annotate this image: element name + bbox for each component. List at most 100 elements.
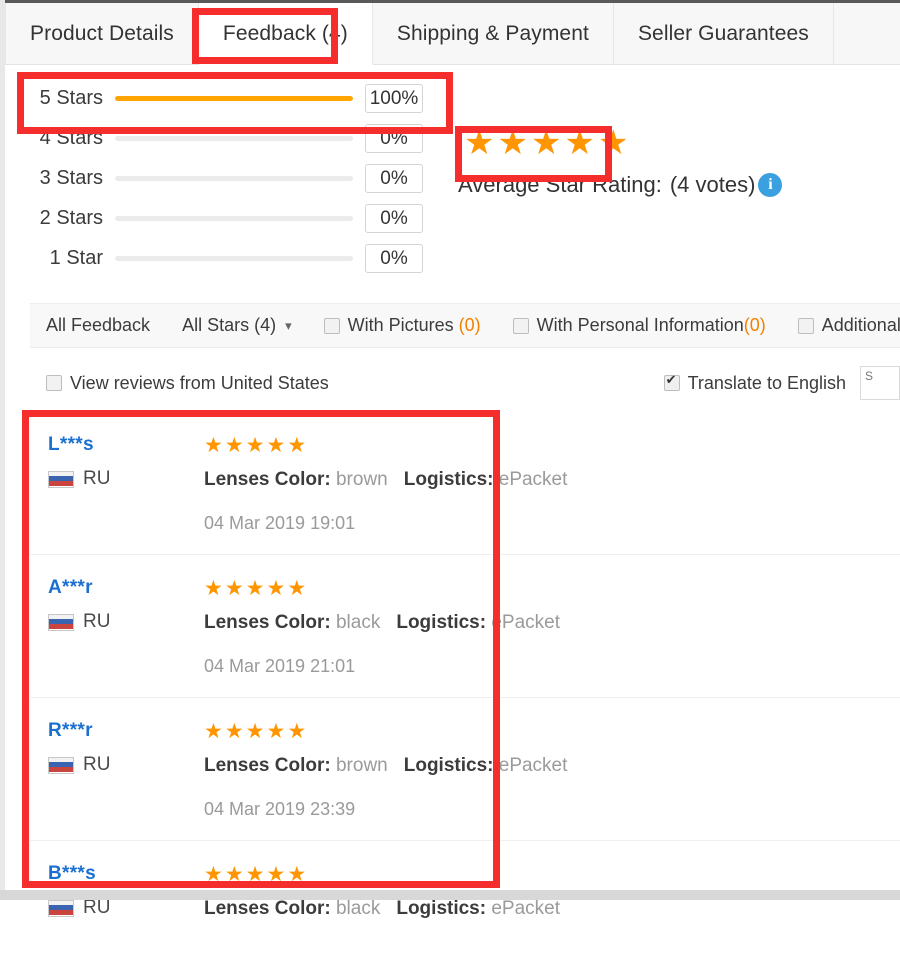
filter-with-pictures[interactable]: With Pictures (0) xyxy=(308,313,497,339)
review-body: ★ ★ ★ ★ ★ Lenses Color: black Logistics: ePack… xyxy=(198,577,900,677)
with-personal-information-count: (0) xyxy=(743,315,766,335)
translate-to-english[interactable]: Translate to English xyxy=(663,372,846,394)
filter-all-stars-dropdown[interactable]: All Stars (4) ▾ xyxy=(166,313,308,339)
star-icon: ★ xyxy=(266,576,286,600)
sort-dropdown[interactable]: S xyxy=(860,366,900,400)
sort-dropdown-label: S xyxy=(865,369,874,383)
star-icon: ★ xyxy=(204,576,223,600)
rating-row-percent: 0% xyxy=(365,163,423,193)
filter-additional-feedback[interactable]: Additional Feedback (0) xyxy=(782,313,900,339)
review-attr-value: black xyxy=(335,898,381,919)
review-item: L***s RU ★ ★ ★ ★ ★ Lenses Color: brown Logistics… xyxy=(30,412,900,555)
star-icon: ★ xyxy=(266,719,286,743)
review-country-code: RU xyxy=(83,611,111,632)
translate-row: View reviews from United States Translat… xyxy=(30,362,900,404)
tab-label: Seller Guarantees xyxy=(637,21,809,45)
review-country-code: RU xyxy=(83,754,111,775)
rating-row-label: 4 Stars xyxy=(39,126,103,149)
review-username[interactable]: B***s xyxy=(48,863,198,885)
with-pictures-checkbox[interactable] xyxy=(323,317,340,334)
star-icon: ★ xyxy=(245,719,265,743)
rating-row[interactable]: 4 Stars 0% xyxy=(5,118,455,158)
tab-label: Feedback (4) xyxy=(222,21,348,45)
review-username[interactable]: A***r xyxy=(48,577,198,599)
review-date: 04 Mar 2019 21:01 xyxy=(204,656,356,676)
tab-label: Shipping & Payment xyxy=(396,21,589,45)
star-icon: ★ xyxy=(287,576,307,600)
star-icon: ★ xyxy=(224,719,244,743)
filter-with-personal-information[interactable]: With Personal Information (0) xyxy=(497,313,782,339)
rating-row-label: 2 Stars xyxy=(39,206,103,229)
russia-flag-icon xyxy=(48,470,74,488)
review-stars: ★ ★ ★ ★ ★ xyxy=(204,720,900,742)
review-attr-label: Logistics: xyxy=(403,469,494,490)
view-reviews-checkbox[interactable] xyxy=(46,375,62,391)
translate-controls: Translate to English S xyxy=(663,366,900,400)
filter-all-feedback[interactable]: All Feedback xyxy=(30,313,166,339)
star-icon: ★ xyxy=(464,124,495,162)
info-icon[interactable]: i xyxy=(758,173,783,197)
rating-row-label: 1 Star xyxy=(49,246,103,269)
review-username[interactable]: L***s xyxy=(48,434,198,456)
average-rating-block: ★ ★ ★ ★ ★ Average Star Rating: (4 votes) i xyxy=(458,126,878,198)
review-stars: ★ ★ ★ ★ ★ xyxy=(204,434,900,456)
star-icon: ★ xyxy=(204,433,223,457)
rating-row[interactable]: 5 Stars 100% xyxy=(5,78,455,118)
rating-row-bar-fill xyxy=(115,95,353,101)
translate-label: Translate to English xyxy=(687,372,846,393)
star-icon: ★ xyxy=(204,862,223,886)
review-country: RU xyxy=(48,468,198,490)
additional-feedback-checkbox[interactable] xyxy=(797,317,814,334)
star-icon: ★ xyxy=(266,862,286,886)
average-votes: (4 votes) xyxy=(669,172,756,197)
star-icon: ★ xyxy=(497,124,528,162)
feedback-filter-bar: All Feedback All Stars (4) ▾ With Pictur… xyxy=(30,303,900,348)
tab-seller-guarantees[interactable]: Seller Guarantees xyxy=(614,3,834,64)
rating-row[interactable]: 1 Star 0% xyxy=(5,238,455,278)
russia-flag-icon xyxy=(48,899,74,917)
review-attr-label: Lenses Color: xyxy=(204,898,331,919)
star-icon: ★ xyxy=(224,862,244,886)
rating-row[interactable]: 3 Stars 0% xyxy=(5,158,455,198)
star-icon: ★ xyxy=(287,719,307,743)
rating-row-label: 5 Stars xyxy=(39,86,103,109)
additional-feedback-label: Additional Feedback xyxy=(821,315,900,335)
review-item: A***r RU ★ ★ ★ ★ ★ Lenses Color: black Logistics… xyxy=(30,555,900,698)
with-personal-information-label: With Personal Information xyxy=(536,315,744,335)
with-personal-information-checkbox[interactable] xyxy=(512,317,529,334)
review-item: R***r RU ★ ★ ★ ★ ★ Lenses Color: brown Logistics… xyxy=(30,698,900,841)
tab-shipping-payment[interactable]: Shipping & Payment xyxy=(373,3,614,64)
filter-all-stars-label: All Stars (4) xyxy=(182,315,277,335)
review-attr-label: Lenses Color: xyxy=(204,755,331,776)
review-item: B***s RU ★ ★ ★ ★ ★ Lenses Color: black Logistics… xyxy=(30,841,900,975)
with-pictures-count: (0) xyxy=(458,315,481,335)
product-tabbar: Product Details Feedback (4) Shipping & Pa… xyxy=(5,3,900,65)
review-country: RU xyxy=(48,754,198,776)
star-icon: ★ xyxy=(597,124,629,162)
average-stars: ★ ★ ★ ★ ★ xyxy=(458,126,878,160)
view-reviews-from-country[interactable]: View reviews from United States xyxy=(30,373,329,394)
star-icon: ★ xyxy=(245,576,265,600)
review-date: 04 Mar 2019 23:39 xyxy=(204,799,356,819)
review-username[interactable]: R***r xyxy=(48,720,198,742)
review-country: RU xyxy=(48,897,198,919)
rating-row-percent: 0% xyxy=(365,243,423,273)
star-icon: ★ xyxy=(245,862,265,886)
rating-row-bar-track xyxy=(115,215,353,221)
star-icon: ★ xyxy=(530,124,562,162)
review-stars: ★ ★ ★ ★ ★ xyxy=(204,863,900,885)
review-attr-label: Lenses Color: xyxy=(204,612,331,633)
review-attr-value: ePacket xyxy=(491,612,561,633)
review-attr-value: ePacket xyxy=(491,898,561,919)
rating-row[interactable]: 2 Stars 0% xyxy=(5,198,455,238)
tab-feedback-4[interactable]: Feedback (4) xyxy=(198,3,373,65)
russia-flag-icon xyxy=(48,613,74,631)
review-user: L***s RU xyxy=(48,434,198,534)
translate-checkbox[interactable] xyxy=(663,373,680,391)
review-attr-value: black xyxy=(335,612,381,633)
review-country: RU xyxy=(48,611,198,633)
rating-row-bar-track xyxy=(115,175,353,181)
review-attr-label: Logistics: xyxy=(396,898,487,919)
review-country-code: RU xyxy=(83,897,111,918)
tab-product-details[interactable]: Product Details xyxy=(5,3,199,64)
